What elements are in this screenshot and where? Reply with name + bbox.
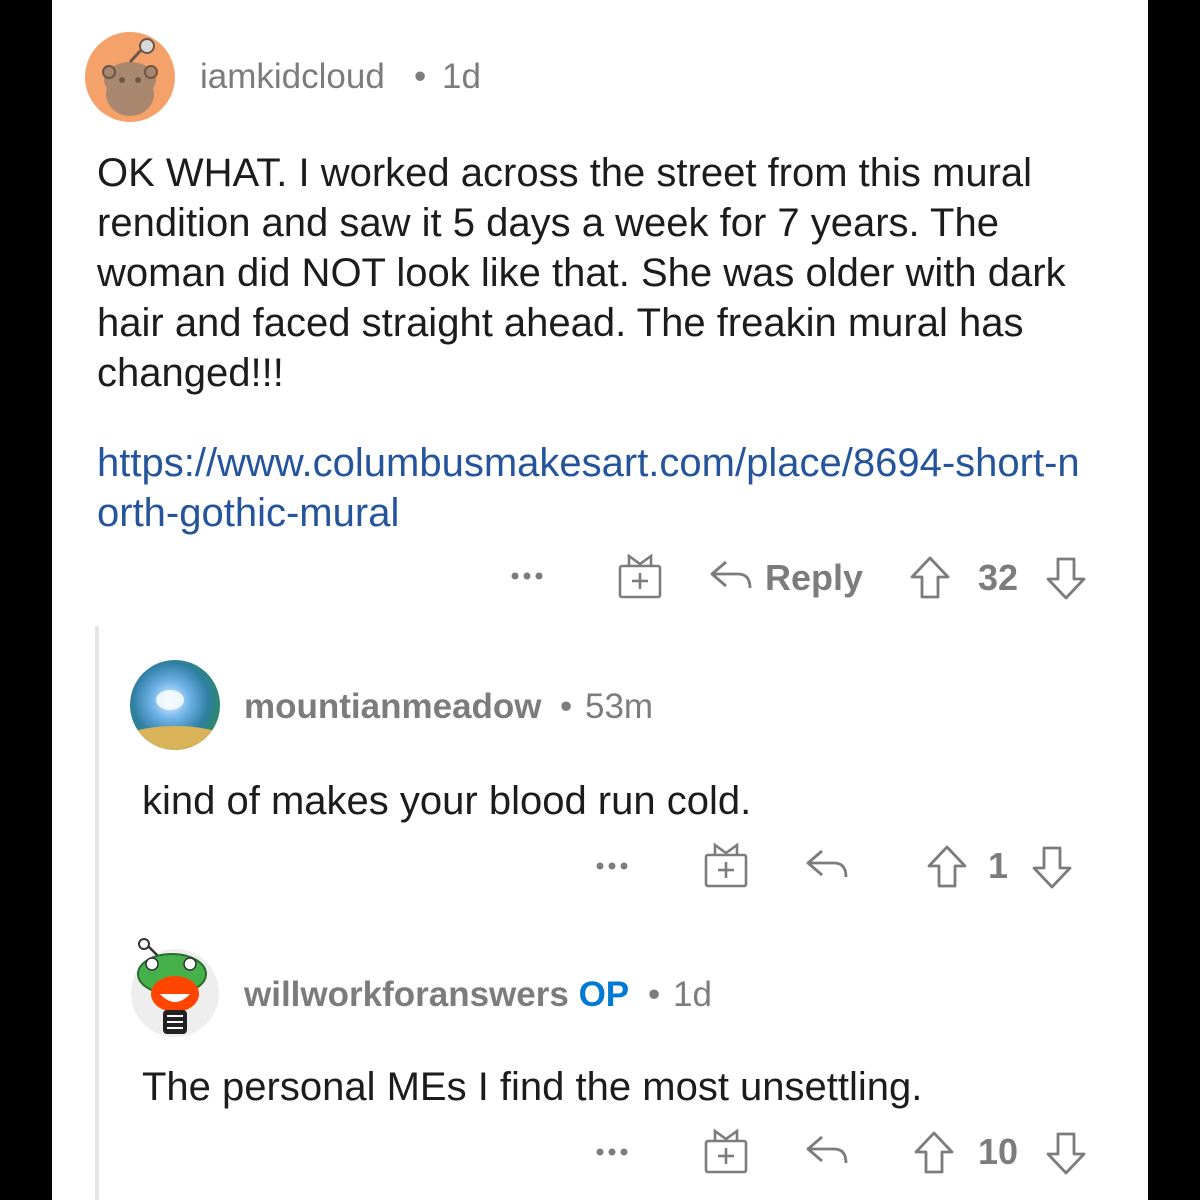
comment-timestamp: 53m bbox=[585, 687, 654, 726]
award-icon[interactable] bbox=[617, 552, 663, 600]
reply-icon[interactable] bbox=[804, 845, 850, 885]
user-avatar[interactable] bbox=[85, 32, 175, 122]
downvote-icon[interactable] bbox=[1044, 555, 1088, 601]
reply-icon[interactable] bbox=[708, 556, 754, 596]
comment-timestamp: 1d bbox=[673, 975, 712, 1014]
downvote-icon[interactable] bbox=[1030, 844, 1074, 890]
upvote-icon[interactable] bbox=[908, 555, 952, 601]
vote-count: 10 bbox=[978, 1131, 1019, 1172]
reply-icon[interactable] bbox=[804, 1131, 850, 1171]
comment-body: The personal MEs I find the most unsettl… bbox=[142, 1065, 923, 1109]
comment-author[interactable]: iamkidcloud bbox=[200, 57, 385, 97]
op-badge: OP bbox=[578, 975, 630, 1014]
meta-separator: • bbox=[560, 687, 573, 726]
comment-body: OK WHAT. I worked across the street from… bbox=[97, 151, 1066, 395]
comment-timestamp: 1d bbox=[442, 57, 481, 96]
thread-line[interactable] bbox=[95, 626, 99, 1200]
comment-body: kind of makes your blood run cold. bbox=[142, 779, 752, 823]
more-options-icon[interactable] bbox=[510, 566, 550, 586]
snoo-icon bbox=[131, 938, 219, 1037]
award-icon[interactable] bbox=[703, 841, 749, 889]
reply-button[interactable]: Reply bbox=[765, 557, 863, 599]
vote-count: 1 bbox=[988, 845, 1009, 886]
vote-count: 32 bbox=[978, 557, 1019, 598]
upvote-icon[interactable] bbox=[925, 844, 969, 890]
snoo-icon bbox=[102, 38, 158, 116]
meta-separator: • bbox=[414, 57, 427, 96]
comment-thread: iamkidcloud • 1d OK WHAT. I worked acros… bbox=[52, 0, 1148, 1200]
more-options-icon[interactable] bbox=[595, 1142, 635, 1162]
comment-link[interactable]: https://www.columbusmakesart.com/place/8… bbox=[97, 438, 1097, 538]
award-icon[interactable] bbox=[703, 1127, 749, 1175]
more-options-icon[interactable] bbox=[595, 856, 635, 876]
author-name[interactable]: willworkforanswers bbox=[244, 975, 569, 1014]
comment-author[interactable]: willworkforanswers OP bbox=[244, 975, 629, 1015]
downvote-icon[interactable] bbox=[1044, 1130, 1088, 1176]
meta-separator: • bbox=[648, 975, 661, 1014]
upvote-icon[interactable] bbox=[912, 1130, 956, 1176]
comment-author[interactable]: mountianmeadow bbox=[244, 687, 542, 727]
user-avatar[interactable] bbox=[130, 938, 220, 1038]
wave-photo-icon bbox=[130, 660, 220, 750]
user-avatar[interactable] bbox=[130, 660, 220, 750]
